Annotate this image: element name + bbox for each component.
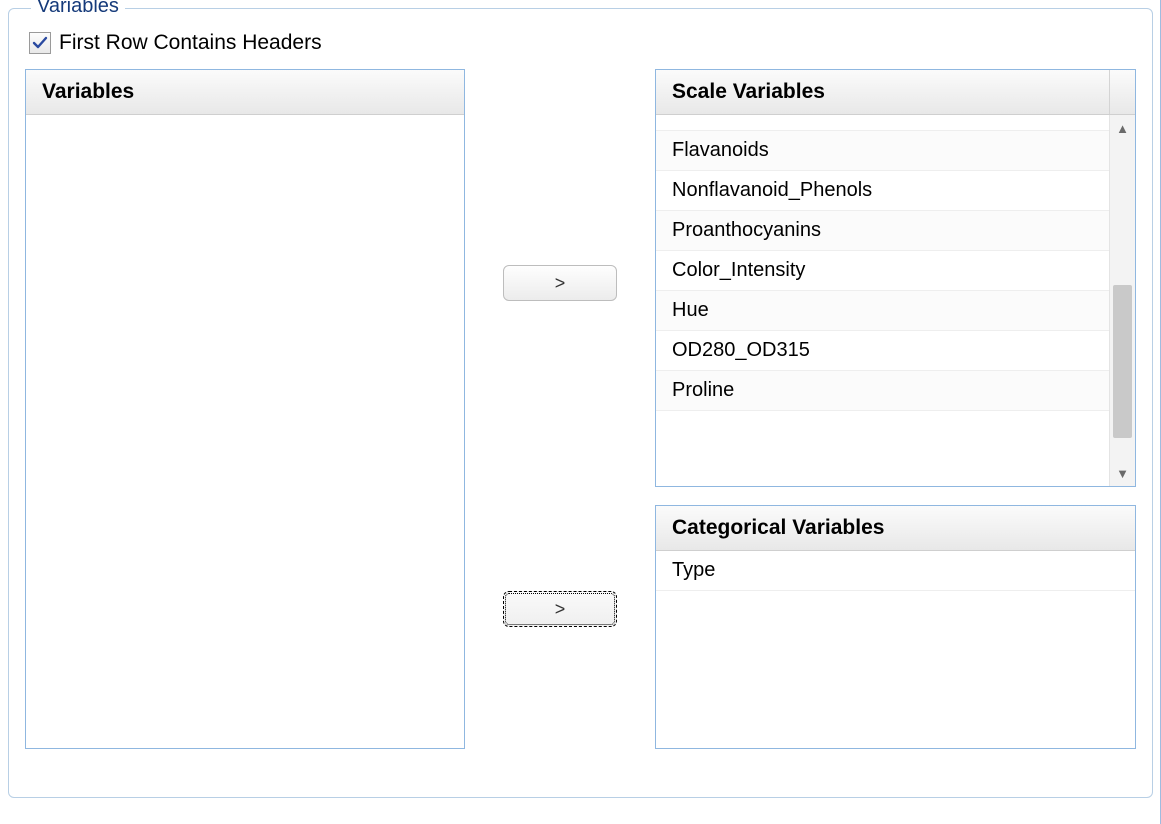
fieldset-legend: Variables (31, 0, 125, 18)
chevron-right-icon: > (555, 273, 566, 294)
list-item[interactable]: Proline (656, 371, 1109, 411)
first-row-headers-label: First Row Contains Headers (59, 31, 322, 55)
list-item[interactable]: Nonflavanoid_Phenols (656, 171, 1109, 211)
check-icon (32, 35, 48, 51)
list-item[interactable]: Flavanoids (656, 131, 1109, 171)
list-item[interactable]: Color_Intensity (656, 251, 1109, 291)
scrollbar-thumb[interactable] (1113, 285, 1132, 438)
first-row-headers-row: First Row Contains Headers (29, 31, 1136, 55)
scale-scrollbar[interactable]: ▲ ▼ (1109, 115, 1135, 486)
scale-variables-header: Scale Variables (656, 70, 1135, 115)
variables-fieldset: Variables First Row Contains Headers Var… (8, 8, 1153, 798)
list-item[interactable]: Hue (656, 291, 1109, 331)
list-item[interactable] (656, 115, 1109, 131)
list-item[interactable]: OD280_OD315 (656, 331, 1109, 371)
chevron-right-icon: > (555, 599, 566, 620)
source-variables-listbox[interactable]: Variables (25, 69, 465, 749)
categorical-variables-header: Categorical Variables (656, 506, 1135, 551)
scroll-down-icon[interactable]: ▼ (1110, 460, 1135, 486)
categorical-variables-listbox[interactable]: Categorical Variables Type (655, 505, 1136, 749)
move-to-scale-button[interactable]: > (503, 265, 617, 301)
scale-variables-listbox[interactable]: Scale Variables FlavanoidsNonflavanoid_P… (655, 69, 1136, 487)
first-row-headers-checkbox[interactable] (29, 32, 51, 54)
source-variables-header: Variables (26, 70, 464, 115)
move-to-categorical-button[interactable]: > (503, 591, 617, 627)
list-item[interactable]: Proanthocyanins (656, 211, 1109, 251)
list-item[interactable]: Type (656, 551, 1135, 591)
scroll-up-icon[interactable]: ▲ (1110, 115, 1135, 141)
scrollbar-track[interactable] (1110, 141, 1135, 460)
